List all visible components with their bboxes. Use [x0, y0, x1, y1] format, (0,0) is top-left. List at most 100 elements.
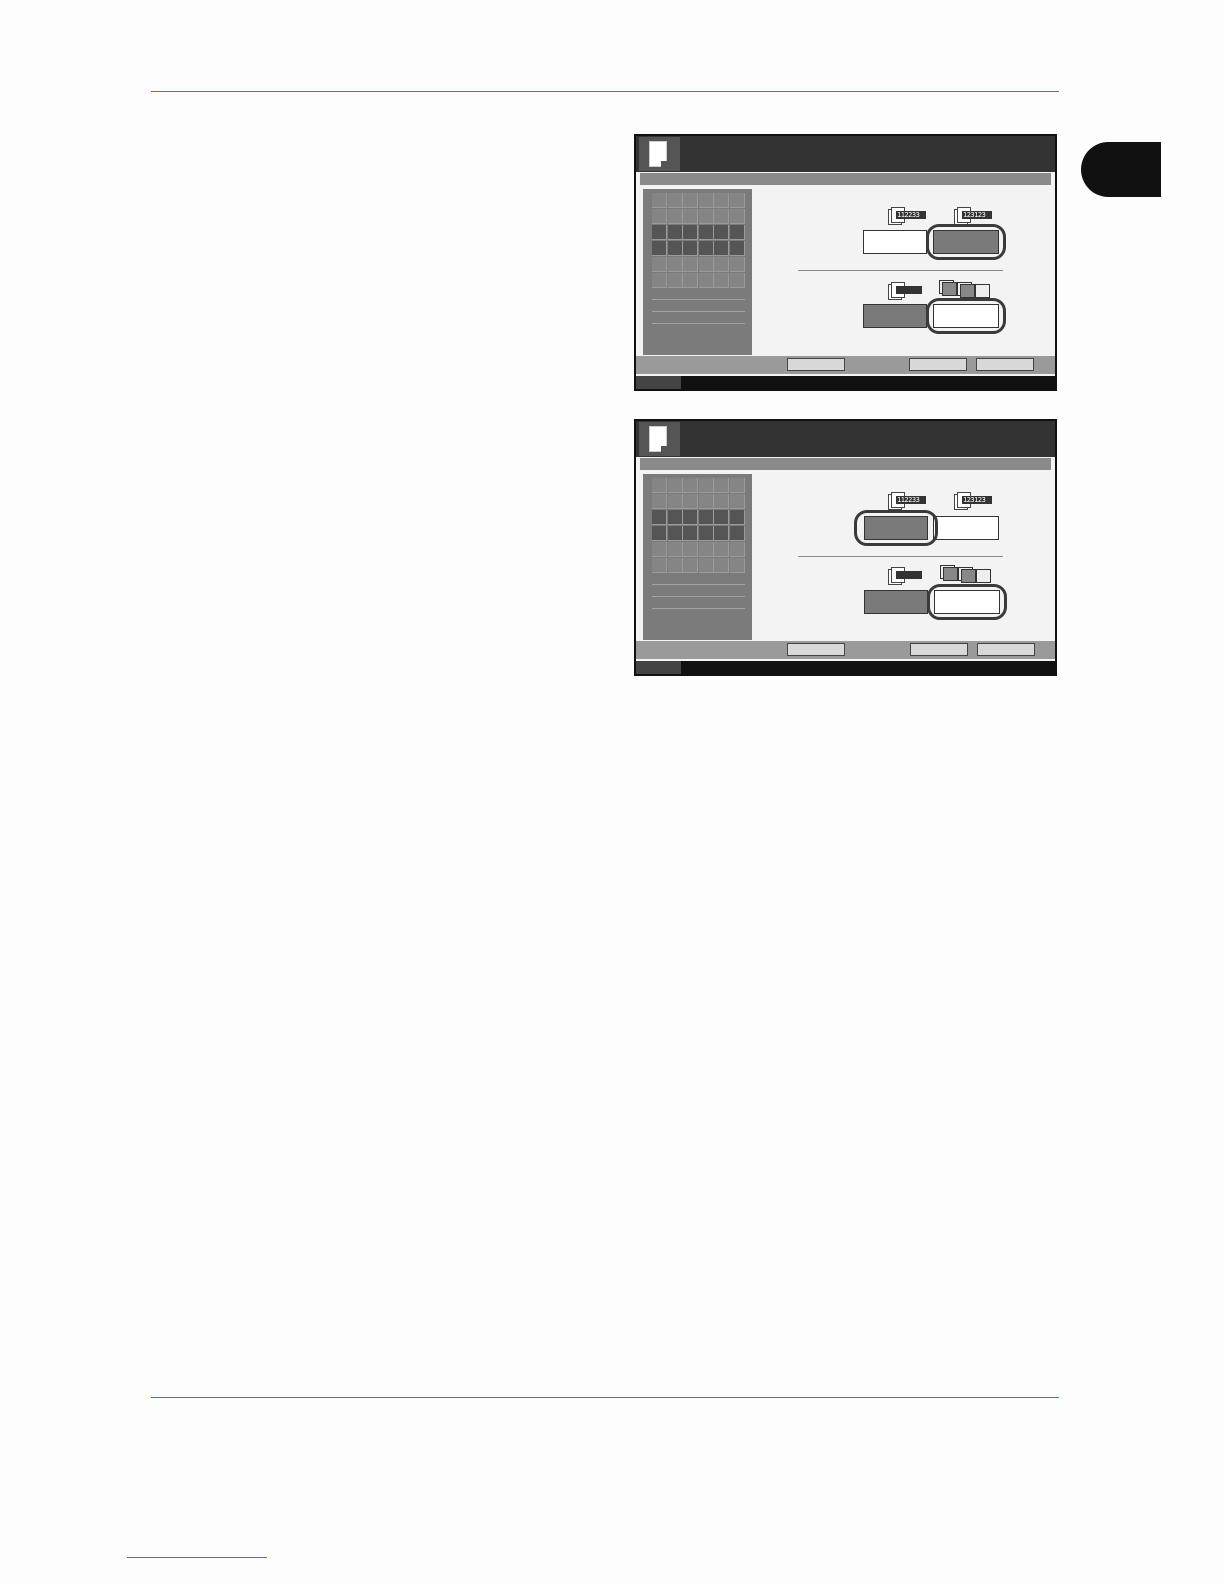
- add-shortcut-button[interactable]: [787, 358, 845, 371]
- grid-cell: [667, 542, 683, 557]
- offset-off-button[interactable]: [863, 304, 927, 328]
- grid-cell: [683, 526, 698, 541]
- ok-button[interactable]: [976, 358, 1034, 371]
- grid-cell: [667, 478, 683, 493]
- grid-cell: [667, 241, 683, 256]
- sidebar-grid: [652, 193, 745, 289]
- document-icon: [649, 426, 667, 452]
- grid-cell: [667, 273, 683, 288]
- status-bar: [636, 661, 1055, 674]
- sidebar-grid: [652, 478, 745, 574]
- grid-cell: [683, 558, 698, 573]
- grid-cell: [652, 478, 667, 493]
- chapter-tab: [1081, 142, 1161, 197]
- offset-icon: [940, 565, 992, 583]
- grid-cell: [683, 478, 698, 493]
- subbar: [640, 173, 1051, 185]
- grid-cell: [729, 209, 745, 224]
- grid-cell: [729, 494, 745, 509]
- grid-cell: [698, 209, 714, 224]
- sidebar: [643, 189, 752, 355]
- document-icon: [649, 141, 667, 167]
- grid-cell: [667, 494, 683, 509]
- highlight-ring: [854, 510, 938, 546]
- grid-cell: [698, 558, 714, 573]
- grid-cell: [667, 510, 683, 525]
- sidebar: [643, 474, 752, 640]
- grid-cell: [683, 257, 698, 272]
- grid-cell: [683, 510, 698, 525]
- grid-cell: [683, 241, 698, 256]
- titlebar: [636, 421, 1055, 457]
- grid-cell: [714, 273, 729, 288]
- bottom-bar: [636, 641, 1055, 659]
- grid-cell: [729, 193, 745, 208]
- grid-cell: [652, 193, 667, 208]
- grid-cell: [714, 494, 729, 509]
- offset-off-button[interactable]: [864, 590, 928, 614]
- grid-cell: [667, 225, 683, 240]
- add-shortcut-button[interactable]: [787, 643, 845, 656]
- grid-cell: [698, 273, 714, 288]
- separator: [798, 270, 1003, 271]
- group-icon-label: 123123: [962, 496, 992, 504]
- grid-cell: [652, 257, 667, 272]
- grid-cell: [729, 478, 745, 493]
- grid-cell: [698, 193, 714, 208]
- collate-icon: [888, 282, 928, 300]
- grid-cell: [729, 510, 745, 525]
- grid-cell: [729, 257, 745, 272]
- subbar: [640, 458, 1051, 470]
- grid-cell: [652, 494, 667, 509]
- grid-cell: [683, 193, 698, 208]
- grid-cell: [698, 241, 714, 256]
- bottom-bar: [636, 356, 1055, 374]
- highlight-ring: [926, 298, 1006, 334]
- grid-cell: [652, 526, 667, 541]
- grid-cell: [714, 558, 729, 573]
- grid-cell: [652, 209, 667, 224]
- status-tab: [636, 376, 681, 389]
- copy-mode-button[interactable]: [639, 422, 680, 456]
- grid-cell: [698, 510, 714, 525]
- status-bar: [636, 376, 1055, 389]
- grid-cell: [729, 558, 745, 573]
- group-icon: 123123: [954, 492, 994, 510]
- grid-cell: [714, 542, 729, 557]
- grid-cell: [683, 273, 698, 288]
- sort-on-button[interactable]: [933, 516, 999, 540]
- footnote-rule: [127, 1557, 267, 1558]
- screen-panel-2: 112233 123123: [634, 419, 1057, 676]
- sidebar-divider: [652, 608, 745, 609]
- grid-cell: [714, 257, 729, 272]
- grid-cell: [714, 510, 729, 525]
- grid-cell: [652, 225, 667, 240]
- grid-cell: [698, 526, 714, 541]
- footer-rule: [151, 1397, 1059, 1398]
- grid-cell: [683, 494, 698, 509]
- sort-icon-label: 112233: [896, 496, 926, 504]
- grid-cell: [683, 209, 698, 224]
- grid-cell: [667, 193, 683, 208]
- grid-cell: [729, 526, 745, 541]
- group-icon: 123123: [954, 207, 994, 225]
- cancel-button[interactable]: [910, 643, 968, 656]
- grid-cell: [729, 273, 745, 288]
- grid-cell: [698, 225, 714, 240]
- grid-cell: [714, 193, 729, 208]
- sort-off-button[interactable]: [863, 230, 927, 254]
- sidebar-divider: [652, 311, 745, 312]
- copy-mode-button[interactable]: [639, 137, 680, 171]
- screen-panel-1: 112233 123123: [634, 134, 1057, 391]
- grid-cell: [652, 558, 667, 573]
- cancel-button[interactable]: [909, 358, 967, 371]
- sidebar-divider: [652, 299, 745, 300]
- header-rule: [151, 91, 1059, 92]
- grid-cell: [652, 273, 667, 288]
- ok-button[interactable]: [977, 643, 1035, 656]
- status-tab: [636, 661, 681, 674]
- grid-cell: [667, 257, 683, 272]
- grid-cell: [698, 494, 714, 509]
- grid-cell: [683, 225, 698, 240]
- grid-cell: [729, 241, 745, 256]
